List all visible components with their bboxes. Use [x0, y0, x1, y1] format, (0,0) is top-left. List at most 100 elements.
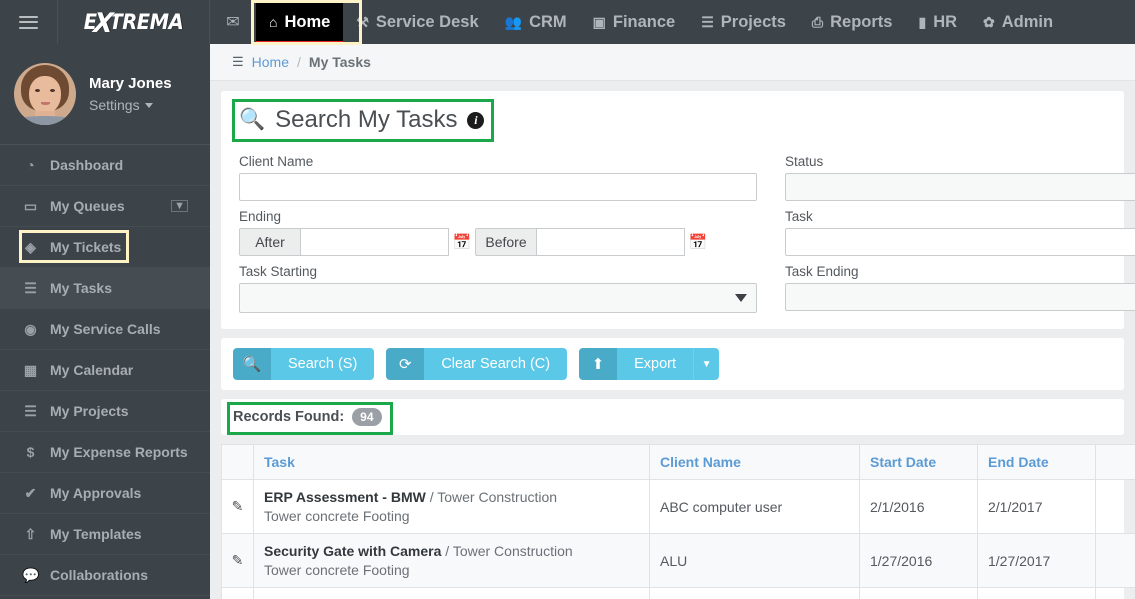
table-row[interactable]: ✎ Security Gate with Camera / Tower Cons…: [221, 533, 1135, 588]
breadcrumb-icon: ☰: [232, 54, 244, 69]
mail-button[interactable]: ✉: [210, 0, 256, 44]
search-button[interactable]: 🔍 Search (S): [233, 348, 375, 380]
brand-x: X: [92, 7, 114, 39]
after-date-input[interactable]: [301, 228, 449, 256]
search-form-left-column: Client Name Ending After 📅 Before 📅 Task…: [239, 146, 757, 313]
task-name[interactable]: ERP Assessment - BMW: [264, 489, 426, 505]
start-date-cell: 1/25/2016: [859, 587, 978, 599]
before-date-input[interactable]: [537, 228, 685, 256]
column-header-start-date[interactable]: Start Date: [859, 444, 978, 480]
sidebar-label-dashboard: Dashboard: [50, 157, 124, 173]
page-title: Search My Tasks: [275, 106, 458, 133]
calendar-icon-before[interactable]: 📅: [685, 233, 711, 251]
calendar-icon: ▦: [23, 361, 38, 378]
breadcrumb-home-link[interactable]: Home: [252, 54, 289, 70]
extra-cell: [1095, 479, 1135, 534]
sidebar-label-my-service-calls: My Service Calls: [50, 321, 161, 337]
export-dropdown-caret-icon[interactable]: ▼: [693, 348, 720, 380]
task-subtitle: Tower concrete Footing: [264, 562, 410, 578]
start-date-cell: 2/1/2016: [859, 479, 978, 534]
edit-icon[interactable]: ✎: [221, 479, 254, 534]
breadcrumb: ☰ Home / My Tasks: [210, 44, 1135, 81]
end-date-cell: 1/27/2017: [977, 533, 1096, 588]
table-row[interactable]: ✎ Ag Development - College Station / Tow…: [221, 587, 1135, 599]
sidebar-item-my-calendar[interactable]: ▦ My Calendar: [0, 350, 210, 391]
status-input[interactable]: [785, 173, 1135, 201]
column-header-extra[interactable]: [1095, 444, 1135, 480]
sidebar-item-collaborations[interactable]: 💬 Collaborations: [0, 555, 210, 596]
sidebar-label-my-tasks: My Tasks: [50, 280, 112, 296]
refresh-icon: ⟳: [386, 348, 425, 380]
column-header-end-date[interactable]: End Date: [977, 444, 1096, 480]
nav-item-home[interactable]: ⌂ Home: [256, 0, 344, 44]
sidebar-item-my-tasks[interactable]: ☰ My Tasks: [0, 268, 210, 309]
ending-date-range: After 📅 Before 📅: [239, 228, 757, 256]
task-subtitle: Tower concrete Footing: [264, 508, 410, 524]
sidebar-item-my-tickets[interactable]: ◈ My Tickets: [0, 227, 210, 268]
task-label: Task: [785, 209, 813, 224]
search-form-right-column: Status Task Task Ending: [785, 146, 1135, 313]
nav-item-finance[interactable]: ▣ Finance: [580, 0, 689, 44]
user-name: Mary Jones: [89, 75, 172, 92]
tasks-icon: ☰: [24, 279, 37, 296]
chevron-down-icon-task-starting: [735, 294, 747, 302]
sidebar-item-my-approvals[interactable]: ✔ My Approvals: [0, 473, 210, 514]
task-cell: ERP Assessment - BMW / Tower Constructio…: [253, 479, 650, 534]
sidebar-item-my-projects[interactable]: ☰ My Projects: [0, 391, 210, 432]
sidebar-item-dashboard[interactable]: ◔ Dashboard: [0, 145, 210, 186]
settings-label: Settings: [89, 97, 140, 113]
sidebar-item-my-templates[interactable]: ⇧ My Templates: [0, 514, 210, 555]
sidebar-item-my-service-calls[interactable]: ◉ My Service Calls: [0, 309, 210, 350]
nav-item-projects[interactable]: ☰ Projects: [688, 0, 799, 44]
column-header-edit: [221, 444, 254, 480]
nav-item-hr[interactable]: ▮ HR: [905, 0, 970, 44]
search-button-label: Search (S): [271, 348, 375, 380]
settings-dropdown[interactable]: Settings: [89, 97, 172, 113]
nav-item-admin[interactable]: ✿ Admin: [970, 0, 1066, 44]
task-ending-label: Task Ending: [785, 264, 859, 279]
export-button[interactable]: ⬆ Export ▼: [579, 348, 720, 380]
menu-toggle-button[interactable]: [0, 0, 58, 44]
sidebar-nav: ◔ Dashboard ▭ My Queues ▼ ◈ My Tickets ☰ My T…: [0, 145, 210, 596]
gear-icon: ✿: [983, 14, 995, 30]
sidebar-label-my-templates: My Templates: [50, 526, 142, 542]
table-row[interactable]: ✎ ERP Assessment - BMW / Tower Construct…: [221, 479, 1135, 534]
after-button[interactable]: After: [239, 228, 301, 256]
app-logo[interactable]: EXTREMA: [58, 0, 210, 44]
ticket-icon: ◈: [25, 238, 36, 255]
nav-label-home: Home: [284, 12, 331, 31]
edit-icon[interactable]: ✎: [221, 587, 254, 599]
column-header-task[interactable]: Task: [253, 444, 650, 480]
list-icon: ☰: [701, 14, 714, 30]
task-project: / Tower Construction: [425, 489, 558, 505]
caret-box-icon[interactable]: ▼: [171, 200, 188, 212]
records-count-badge: 94: [352, 408, 382, 426]
sidebar-label-my-tickets: My Tickets: [50, 239, 122, 255]
task-starting-select[interactable]: [239, 283, 757, 313]
task-input[interactable]: [785, 228, 1135, 256]
search-icon: 🔍: [239, 108, 266, 131]
tools-icon: ⚒: [356, 14, 369, 30]
sidebar-item-my-expense-reports[interactable]: $ My Expense Reports: [0, 432, 210, 473]
top-navigation-bar: EXTREMA ✉ ⌂ Home ⚒ Service Desk 👥 CRM ▣ …: [0, 0, 1135, 44]
calendar-icon-after[interactable]: 📅: [449, 233, 475, 251]
edit-icon[interactable]: ✎: [221, 533, 254, 588]
user-profile[interactable]: Mary Jones Settings: [0, 44, 210, 145]
task-ending-input[interactable]: [785, 283, 1135, 311]
nav-item-reports[interactable]: ⎙ Reports: [799, 0, 906, 44]
table-header-row: Task Client Name Start Date End Date: [221, 444, 1135, 480]
nav-item-crm[interactable]: 👥 CRM: [492, 0, 580, 44]
info-icon[interactable]: i: [467, 111, 485, 129]
client-name-input[interactable]: [239, 173, 757, 201]
export-button-label: Export: [617, 348, 694, 380]
sidebar-item-my-queues[interactable]: ▭ My Queues ▼: [0, 186, 210, 227]
task-name[interactable]: Security Gate with Camera: [264, 543, 441, 559]
nav-label-crm: CRM: [529, 12, 567, 31]
left-sidebar: Mary Jones Settings ◔ Dashboard ▭ My Queue…: [0, 44, 210, 599]
briefcase-icon: ▮: [918, 14, 927, 30]
printer-icon: ⎙: [811, 14, 824, 30]
column-header-client-name[interactable]: Client Name: [649, 444, 860, 480]
nav-item-service-desk[interactable]: ⚒ Service Desk: [343, 0, 491, 44]
clear-search-button[interactable]: ⟳ Clear Search (C): [386, 348, 568, 380]
before-button[interactable]: Before: [475, 228, 537, 256]
